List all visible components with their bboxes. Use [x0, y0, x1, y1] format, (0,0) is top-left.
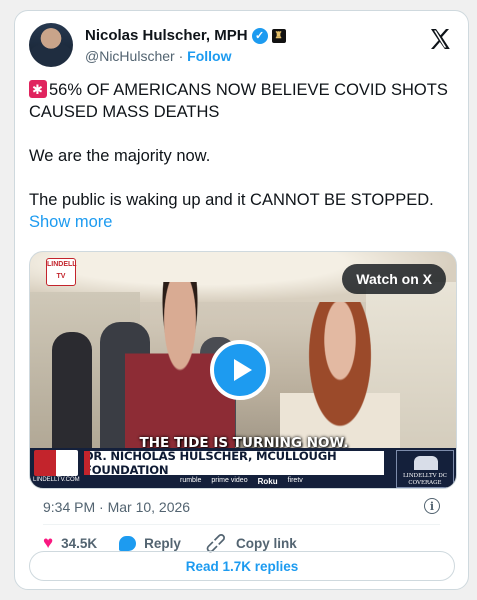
- tweet-line-3-text: The public is waking up and it CANNOT BE…: [29, 191, 434, 209]
- avatar[interactable]: [29, 23, 73, 67]
- video-frame-person: [52, 332, 92, 452]
- tweet-text: 56% OF AMERICANS NOW BELIEVE COVID SHOTS…: [29, 79, 459, 255]
- tweet-headline: 56% OF AMERICANS NOW BELIEVE COVID SHOTS…: [29, 81, 448, 121]
- show-more-link[interactable]: Show more: [29, 213, 112, 231]
- copy-link-label: Copy link: [236, 535, 297, 551]
- platform-logo: Roku: [257, 477, 278, 486]
- tweet-line-3: The public is waking up and it CANNOT BE…: [29, 189, 459, 233]
- divider: [43, 524, 440, 525]
- tweet-card: Nicolas Hulscher, MPH ✓ ♜ @NicHulscher ·…: [14, 10, 469, 590]
- like-button[interactable]: ♥ 34.5K: [43, 533, 97, 553]
- lower-third-name-bar: DR. NICHOLAS HULSCHER, MCULLOUGH FOUNDAT…: [84, 449, 384, 477]
- verified-badge-icon[interactable]: ✓: [251, 27, 268, 44]
- video-player[interactable]: LINDELL TV Watch on X THE TIDE IS TURNIN…: [29, 251, 457, 489]
- reply-label: Reply: [144, 535, 181, 551]
- lower-third-site: LINDELLTV.COM: [33, 477, 80, 483]
- tweet-line-1: 56% OF AMERICANS NOW BELIEVE COVID SHOTS…: [29, 79, 459, 123]
- play-button[interactable]: [210, 340, 270, 400]
- author-name[interactable]: Nicolas Hulscher, MPH: [85, 27, 248, 44]
- author-handle[interactable]: @NicHulscher: [85, 48, 175, 64]
- siren-icon: [29, 79, 47, 101]
- platform-logos: rumble prime video Roku firetv: [180, 477, 303, 486]
- tweet-line-2: We are the majority now.: [29, 147, 211, 165]
- timestamp-row: 9:34 PM · Mar 10, 2026 i: [43, 498, 440, 519]
- follow-button[interactable]: Follow: [187, 48, 231, 64]
- platform-logo: firetv: [287, 477, 303, 484]
- lower-third-accent: [84, 451, 90, 475]
- watch-on-x-button[interactable]: Watch on X: [342, 264, 446, 294]
- copy-link-button[interactable]: ⊂⊃ Copy link: [201, 528, 297, 558]
- lower-third-text: DR. NICHOLAS HULSCHER, MCULLOUGH FOUNDAT…: [84, 449, 337, 477]
- affiliation-badge-icon[interactable]: ♜: [271, 28, 286, 43]
- channel-logo: LINDELL TV: [46, 258, 77, 286]
- play-icon: [233, 359, 252, 381]
- tweet-header: Nicolas Hulscher, MPH ✓ ♜ @NicHulscher ·…: [29, 23, 454, 71]
- author-handle-row: @NicHulscher · Follow: [85, 48, 231, 64]
- read-replies-button[interactable]: Read 1.7K replies: [29, 551, 455, 581]
- flag-logo-icon: [34, 450, 78, 476]
- x-logo-icon[interactable]: [428, 27, 452, 51]
- platform-logo: prime video: [211, 477, 248, 484]
- tweet-timestamp[interactable]: 9:34 PM · Mar 10, 2026: [43, 499, 190, 515]
- reply-button[interactable]: Reply: [119, 535, 181, 551]
- separator-dot: ·: [178, 48, 184, 64]
- heart-icon: ♥: [43, 533, 54, 552]
- platform-logo: rumble: [180, 477, 202, 484]
- dc-coverage-badge: LINDELLTV DC COVERAGE: [396, 450, 454, 488]
- author-name-row: Nicolas Hulscher, MPH ✓ ♜: [85, 27, 286, 44]
- action-bar: ♥ 34.5K Reply ⊂⊃ Copy link: [43, 528, 319, 558]
- info-icon[interactable]: i: [424, 498, 440, 514]
- lower-third: LINDELLTV.COM DR. NICHOLAS HULSCHER, MCU…: [30, 448, 456, 488]
- reply-icon: [119, 535, 137, 551]
- like-count: 34.5K: [61, 535, 98, 551]
